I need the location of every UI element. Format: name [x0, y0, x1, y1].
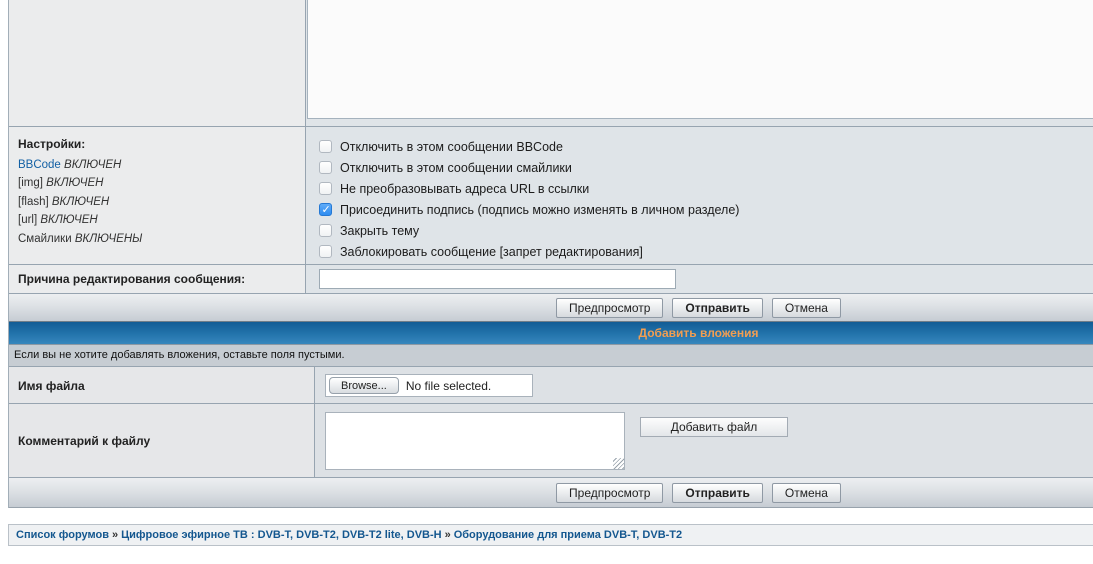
- setting-flash: [flash] ВКЛЮЧЕН: [18, 193, 299, 212]
- setting-img: [img] ВКЛЮЧЕН: [18, 174, 299, 193]
- breadcrumb-separator: »: [442, 529, 454, 541]
- setting-bbcode: BBCode ВКЛЮЧЕН: [18, 156, 299, 175]
- post-buttons-bar: Предпросмотр Отправить Отмена: [9, 294, 1093, 322]
- setting-status: ВКЛЮЧЕН: [52, 196, 109, 208]
- attachments-title: Добавить вложения: [639, 326, 759, 340]
- setting-url: [url] ВКЛЮЧЕН: [18, 211, 299, 230]
- preview-button[interactable]: Предпросмотр: [556, 298, 663, 318]
- setting-smilies: Смайлики ВКЛЮЧЕНЫ: [18, 230, 299, 249]
- bbcode-link[interactable]: BBCode: [18, 159, 61, 171]
- attach-signature-checkbox[interactable]: [319, 203, 332, 216]
- file-comment-label: Комментарий к файлу: [9, 404, 315, 477]
- breadcrumb-separator: »: [109, 529, 121, 541]
- disable-bbcode-checkbox[interactable]: [319, 140, 332, 153]
- breadcrumb-forum-index[interactable]: Список форумов: [16, 529, 109, 541]
- no-magic-urls-checkbox[interactable]: [319, 182, 332, 195]
- lock-topic-checkbox[interactable]: [319, 224, 332, 237]
- setting-name: [img]: [18, 177, 43, 189]
- file-status-text: No file selected.: [406, 379, 491, 393]
- cancel-button[interactable]: Отмена: [772, 298, 841, 318]
- submit-button-bottom[interactable]: Отправить: [672, 483, 762, 503]
- edit-reason-label: Причина редактирования сообщения:: [9, 265, 306, 293]
- submit-button[interactable]: Отправить: [672, 298, 762, 318]
- disable-smilies-checkbox[interactable]: [319, 161, 332, 174]
- option-lock-topic: Закрыть тему: [319, 220, 1093, 241]
- settings-title: Настройки:: [18, 135, 299, 154]
- option-attach-signature: Присоединить подпись (подпись можно изме…: [319, 199, 1093, 220]
- file-comment-textarea[interactable]: [325, 412, 625, 470]
- add-file-button[interactable]: Добавить файл: [640, 417, 788, 437]
- option-disable-bbcode: Отключить в этом сообщении BBCode: [319, 136, 1093, 157]
- file-comment-row: Комментарий к файлу Добавить файл: [9, 404, 1093, 478]
- option-label: Заблокировать сообщение [запрет редактир…: [340, 245, 643, 259]
- lock-post-checkbox[interactable]: [319, 245, 332, 258]
- posting-page: Настройки: BBCode ВКЛЮЧЕН [img] ВКЛЮЧЕН …: [0, 0, 1093, 564]
- edit-reason-row: Причина редактирования сообщения:: [9, 265, 1093, 294]
- edit-reason-input[interactable]: [319, 269, 676, 289]
- preview-button-bottom[interactable]: Предпросмотр: [556, 483, 663, 503]
- attachments-header: Добавить вложения: [9, 322, 1093, 345]
- setting-name: [url]: [18, 214, 37, 226]
- setting-status: ВКЛЮЧЕН: [64, 159, 121, 171]
- breadcrumb: Список форумов»Цифровое эфирное ТВ : DVB…: [8, 524, 1093, 546]
- breadcrumb-forum[interactable]: Оборудование для приема DVB-T, DVB-T2: [454, 529, 682, 541]
- filename-label: Имя файла: [9, 367, 315, 403]
- filename-row: Имя файла Browse... No file selected.: [9, 367, 1093, 404]
- message-textarea-wrap: [307, 0, 1093, 119]
- message-body-cell: [306, 0, 1093, 126]
- setting-status: ВКЛЮЧЕНЫ: [75, 233, 142, 245]
- option-label: Отключить в этом сообщении BBCode: [340, 140, 563, 154]
- post-options-panel: Отключить в этом сообщении BBCode Отключ…: [306, 127, 1093, 264]
- attachment-buttons-bar: Предпросмотр Отправить Отмена: [9, 478, 1093, 508]
- edit-reason-cell: [306, 265, 1093, 293]
- file-comment-wrap: [325, 412, 625, 470]
- setting-status: ВКЛЮЧЕН: [46, 177, 103, 189]
- breadcrumb-category[interactable]: Цифровое эфирное ТВ : DVB-T, DVB-T2, DVB…: [121, 529, 441, 541]
- option-label: Закрыть тему: [340, 224, 419, 238]
- file-comment-cell: Добавить файл: [315, 404, 1093, 477]
- setting-name: [flash]: [18, 196, 49, 208]
- attachments-hint: Если вы не хотите добавлять вложения, ос…: [9, 345, 1093, 367]
- option-label: Не преобразовывать адреса URL в ссылки: [340, 182, 589, 196]
- cancel-button-bottom[interactable]: Отмена: [772, 483, 841, 503]
- option-lock-post: Заблокировать сообщение [запрет редактир…: [319, 241, 1093, 262]
- message-body-row: [9, 0, 1093, 127]
- option-disable-smilies: Отключить в этом сообщении смайлики: [319, 157, 1093, 178]
- setting-name: Смайлики: [18, 233, 72, 245]
- browse-button[interactable]: Browse...: [329, 377, 399, 394]
- message-body-left-cell: [9, 0, 306, 126]
- option-no-magic-urls: Не преобразовывать адреса URL в ссылки: [319, 178, 1093, 199]
- setting-status: ВКЛЮЧЕН: [40, 214, 97, 226]
- filename-cell: Browse... No file selected.: [315, 367, 1093, 403]
- file-upload-input[interactable]: Browse... No file selected.: [325, 374, 533, 397]
- post-edit-form: Настройки: BBCode ВКЛЮЧЕН [img] ВКЛЮЧЕН …: [8, 0, 1093, 508]
- message-body-textarea[interactable]: [307, 0, 1093, 119]
- option-label: Присоединить подпись (подпись можно изме…: [340, 203, 739, 217]
- settings-panel: Настройки: BBCode ВКЛЮЧЕН [img] ВКЛЮЧЕН …: [9, 127, 306, 264]
- settings-row: Настройки: BBCode ВКЛЮЧЕН [img] ВКЛЮЧЕН …: [9, 127, 1093, 265]
- option-label: Отключить в этом сообщении смайлики: [340, 161, 572, 175]
